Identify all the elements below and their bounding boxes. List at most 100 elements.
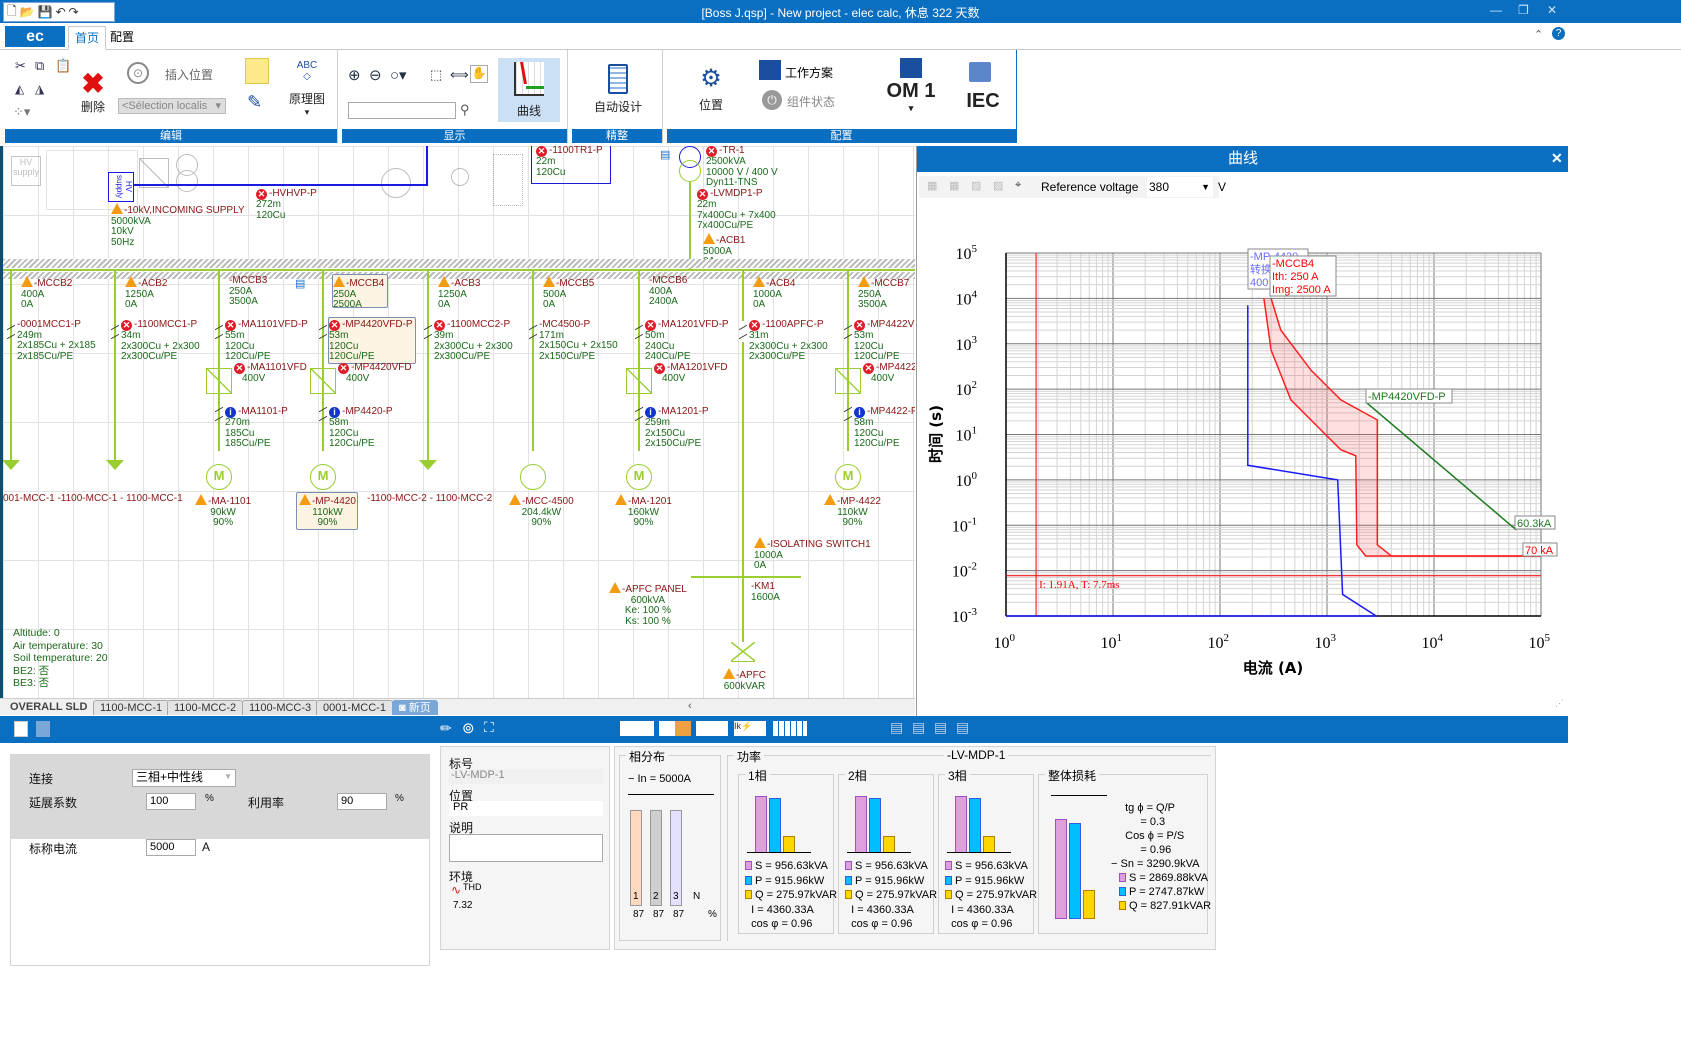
vfd-label[interactable]: ✕ -MP4420VFD 400V <box>338 362 412 385</box>
motor-symbol[interactable]: M <box>626 464 652 490</box>
search-report-icon[interactable]: ▤ <box>934 719 947 736</box>
export-ec-icon[interactable]: ▤ <box>890 719 903 736</box>
motor-symbol[interactable]: M <box>310 464 336 490</box>
mcc1-load-label[interactable]: 001-MCC-1 -1100-MCC-1 - 1100-MCC-1 <box>3 493 183 505</box>
cable-label[interactable]: i -MP4420-P 58m 120Cu 120Cu/PE <box>329 406 393 450</box>
location-pin-icon[interactable]: ⊚ <box>462 719 475 737</box>
extension-factor-input[interactable]: 100 <box>146 793 196 810</box>
apfc-panel-label[interactable]: -APFC PANEL 600kVA Ke: 100 % Ks: 100 % <box>609 582 687 627</box>
breaker-label[interactable]: -MCCB5 500A 0A <box>543 276 594 311</box>
palette-transformer[interactable] <box>176 170 198 192</box>
group-icon[interactable]: ⁘▾ <box>13 104 30 120</box>
breaker-label[interactable]: -ACB2 1250A 0A <box>125 276 167 311</box>
delete-button[interactable]: ✖ 删除 <box>75 70 111 115</box>
load-symbol[interactable] <box>520 464 546 490</box>
sheet-tab-new-page[interactable]: ◙ 新页 <box>392 700 438 715</box>
tab-config[interactable]: 配置 <box>104 26 140 50</box>
busbar[interactable] <box>3 269 915 271</box>
notes-icon[interactable]: ▤ <box>660 148 670 161</box>
capacitor-symbol[interactable] <box>731 642 755 662</box>
transformer-secondary[interactable] <box>679 160 701 182</box>
location-field[interactable]: PR <box>449 801 603 816</box>
vfd-symbol[interactable] <box>206 368 232 394</box>
palette-motor[interactable] <box>381 168 411 198</box>
sheet-tab-1100-mcc-1[interactable]: 1100-MCC-1 <box>93 700 170 715</box>
zoom-icon[interactable]: ○▾ <box>390 66 407 84</box>
incoming-supply-label[interactable]: -10kV,INCOMING SUPPLY 5000kVA 10kV 50Hz <box>111 203 245 248</box>
paste-icon[interactable]: 📋 <box>55 58 71 74</box>
hv-supply-block[interactable]: HV supply <box>108 172 134 202</box>
resize-grip-icon[interactable]: ⋰ <box>1555 698 1564 709</box>
schematic-button[interactable]: ABC ◇ 原理图 ▾ <box>286 60 328 118</box>
palette-meter[interactable] <box>451 168 469 186</box>
insert-location-button[interactable]: 插入位置 <box>165 66 213 83</box>
view-list-icon[interactable] <box>620 721 654 736</box>
location-pin-icon[interactable]: ⊙ <box>127 62 149 84</box>
description-field[interactable] <box>449 834 603 862</box>
load-label[interactable]: -MP-4422 110kW 90% <box>824 494 881 529</box>
cut-icon[interactable]: ✂ <box>15 58 26 74</box>
focus-icon[interactable]: ⛶ <box>484 719 494 736</box>
component-state-button[interactable]: 组件状态 <box>787 93 835 110</box>
properties-view-icon[interactable] <box>14 721 28 737</box>
mirror-left-icon[interactable]: ◭ <box>15 82 24 96</box>
vfd-label[interactable]: ✕-MP4422VFD400V <box>863 362 915 385</box>
tr1-cable-label[interactable]: ✕ -1100TR1-P 22m 120Cu <box>536 146 603 178</box>
collapse-ribbon-icon[interactable]: ⌃ <box>1534 28 1543 41</box>
palette-panel[interactable] <box>493 154 523 206</box>
utilization-input[interactable]: 90 <box>337 793 387 810</box>
minimize-button[interactable]: — <box>1490 3 1502 17</box>
zoom-fit-icon[interactable]: ⟺ <box>450 67 469 83</box>
hvhvp-cable-label[interactable]: ✕ -HVHVP-P 272m 120Cu <box>256 188 317 221</box>
auto-design-button[interactable]: 自动设计 <box>578 64 658 115</box>
load-label[interactable]: -MP-4420 110kW 90% <box>299 494 356 529</box>
vfd-symbol[interactable] <box>835 368 861 394</box>
copy-icon[interactable]: ⧉ <box>35 58 44 74</box>
edit-pencil-icon[interactable]: ✏ <box>440 720 452 737</box>
sheet-tab-1100-mcc-3[interactable]: 1100-MCC-3 <box>242 700 319 715</box>
outgoing-arrow[interactable] <box>3 460 20 470</box>
maximize-button[interactable]: ❐ <box>1518 3 1529 17</box>
sheet-tab-1100-mcc-2[interactable]: 1100-MCC-2 <box>167 700 244 715</box>
sheet-tab-0001-mcc-1[interactable]: 0001-MCC-1 <box>316 700 393 715</box>
sticky-note-icon[interactable] <box>245 58 269 84</box>
outgoing-arrow[interactable] <box>419 460 437 470</box>
zoom-in-icon[interactable]: ⊕ <box>348 66 361 84</box>
lvmdp-cable-label[interactable]: ✕ -LVMDP1-P 22m 7x400Cu + 7x400 7x400Cu/PE <box>697 188 776 232</box>
edit-pen-icon[interactable]: ✎ <box>247 92 262 113</box>
cable-label[interactable]: ✕ -MP4420VFD-P 53m 120Cu 120Cu/PE <box>329 319 413 363</box>
export-icon[interactable]: ▤ <box>912 719 925 736</box>
work-plan-button[interactable]: 工作方案 <box>785 64 833 81</box>
mcc2-load-label[interactable]: -1100-MCC-2 - 1100-MCC-2 <box>367 493 492 505</box>
curves-button[interactable]: 曲线 <box>498 58 560 122</box>
zoom-window-icon[interactable]: ⬚ <box>430 67 442 83</box>
cable-label[interactable]: ✕-MP4422VFD-P53m120Cu120Cu/PE <box>854 319 915 363</box>
pan-hand-icon[interactable]: ✋ <box>470 65 488 83</box>
motor-symbol[interactable]: M <box>835 464 861 490</box>
vfd-symbol[interactable] <box>626 368 652 394</box>
vfd-label[interactable]: ✕ -MA1101VFD 400V <box>234 362 307 385</box>
vfd-symbol[interactable] <box>310 368 336 394</box>
breaker-label[interactable]: -MCCB4 250A 2500A <box>333 276 384 311</box>
operating-mode-button[interactable]: OM 1 ▾ <box>881 80 941 114</box>
cable-label[interactable]: i -MA1201-P 259m 2x150Cu 2x150Cu/PE <box>645 406 709 450</box>
app-menu-button[interactable]: ec <box>5 26 65 47</box>
breaker-label[interactable]: -MCCB3 250A 3500A <box>229 275 267 308</box>
iec-button[interactable]: IEC <box>959 90 1007 113</box>
transformer-label[interactable]: ✕ -TR-1 2500kVA 10000 V / 400 V Dyn11-TNS <box>706 146 778 189</box>
breaker-label[interactable]: -ACB3 1250A 0A <box>438 276 480 311</box>
rated-current-input[interactable]: 5000 <box>146 839 196 856</box>
cable-label[interactable]: -0001MCC1-P 249m 2x185Cu + 2x185 2x185Cu/PE <box>17 319 96 362</box>
binoculars-icon[interactable]: ⚲ <box>460 102 470 118</box>
cable-label[interactable]: -MC4500-P 171m 2x150Cu + 2x150 2x150Cu/PE <box>539 319 618 362</box>
cable-label[interactable]: ✕ -MA1101VFD-P 55m 120Cu 120Cu/PE <box>225 319 308 363</box>
km1-label[interactable]: -KM1 1600A <box>751 581 780 603</box>
mirror-right-icon[interactable]: ◮ <box>35 82 44 96</box>
cable-label[interactable]: ✕ -1100MCC1-P 34m 2x300Cu + 2x300 2x300Cu/PE <box>121 319 200 363</box>
view-table-icon[interactable] <box>773 721 807 736</box>
outgoing-arrow[interactable] <box>106 460 124 470</box>
search-input[interactable] <box>348 102 456 119</box>
breaker-label[interactable]: -MCCB6 400A 2400A <box>649 275 687 308</box>
single-line-diagram-canvas[interactable]: HV supply HV supply -10kV,INCOMING SUPPL… <box>0 146 915 698</box>
breaker-label[interactable]: -ACB4 1000A 0A <box>753 276 795 311</box>
